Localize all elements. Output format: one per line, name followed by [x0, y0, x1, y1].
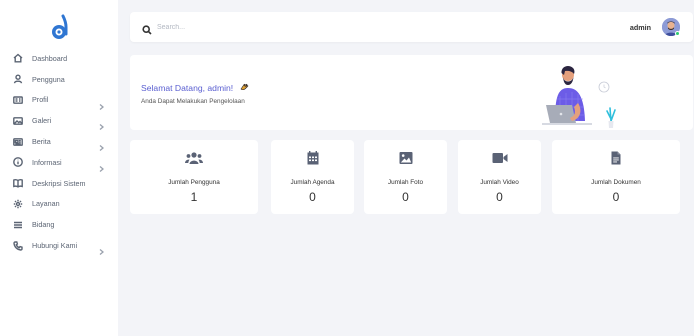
stats-row: Jumlah Pengguna 1 Jumlah Agenda 0 Jumlah…	[130, 140, 693, 214]
user-icon	[12, 74, 23, 85]
stat-label: Jumlah Agenda	[290, 179, 335, 186]
sidebar-item-profil[interactable]: Profil	[0, 90, 118, 111]
info-icon	[12, 157, 23, 168]
stat-card-dokumen[interactable]: Jumlah Dokumen 0	[552, 140, 680, 214]
sidebar-item-label: Profil	[32, 95, 49, 105]
developer-illustration	[538, 61, 628, 129]
search-icon[interactable]	[142, 22, 152, 35]
calendar-icon	[271, 151, 354, 165]
id-card-icon	[12, 94, 23, 105]
stat-value: 0	[309, 190, 316, 204]
user-name[interactable]: admin	[630, 23, 651, 32]
welcome-title-text: Selamat Datang, admin!	[141, 83, 234, 93]
sidebar-item-bidang[interactable]: Bidang	[0, 214, 118, 235]
users-icon	[130, 151, 258, 165]
book-icon	[12, 178, 23, 189]
sidebar-item-layanan[interactable]: Layanan	[0, 194, 118, 215]
stat-label: Jumlah Pengguna	[168, 179, 220, 186]
sidebar-item-berita[interactable]: Berita	[0, 131, 118, 152]
sidebar-item-label: Dashboard	[32, 53, 68, 63]
sidebar-item-deskripsi-sistem[interactable]: Deskripsi Sistem	[0, 173, 118, 194]
sidebar-item-label: Deskripsi Sistem	[32, 178, 86, 188]
stat-value: 1	[190, 190, 198, 204]
chevron-right-icon	[99, 138, 105, 152]
stat-card-video[interactable]: Jumlah Video 0	[458, 140, 541, 214]
sidebar-nav: Dashboard Pengguna Profil Galeri Berita …	[0, 48, 118, 256]
search-input[interactable]	[157, 19, 357, 35]
home-icon	[12, 53, 23, 64]
welcome-subtitle: Anda Dapat Melakukan Pengelolaan	[141, 98, 245, 105]
sidebar-item-label: Bidang	[32, 220, 55, 230]
online-status-dot	[675, 31, 680, 36]
app-logo-icon[interactable]	[48, 14, 72, 42]
stat-value: 0	[496, 190, 503, 204]
video-icon	[458, 151, 541, 165]
welcome-card: Selamat Datang, admin! Anda Dapat Melaku…	[130, 55, 693, 130]
sidebar: Dashboard Pengguna Profil Galeri Berita …	[0, 0, 118, 336]
stat-value: 0	[612, 190, 620, 204]
sidebar-item-hubungi-kami[interactable]: Hubungi Kami	[0, 235, 118, 256]
photo-icon	[364, 151, 447, 165]
stat-card-agenda[interactable]: Jumlah Agenda 0	[271, 140, 354, 214]
sidebar-item-galeri[interactable]: Galeri	[0, 110, 118, 131]
stat-label: Jumlah Video	[480, 179, 519, 186]
stat-card-foto[interactable]: Jumlah Foto 0	[364, 140, 447, 214]
gear-icon	[12, 198, 23, 209]
stat-label: Jumlah Dokumen	[591, 179, 641, 186]
sidebar-item-label: Layanan	[32, 199, 60, 209]
image-icon	[12, 115, 23, 126]
top-bar: admin	[130, 12, 693, 42]
stat-value: 0	[402, 190, 409, 204]
list-icon	[12, 219, 23, 230]
sidebar-item-label: Berita	[32, 137, 51, 147]
document-icon	[552, 151, 680, 165]
phone-icon	[12, 240, 23, 251]
chevron-right-icon	[99, 97, 105, 110]
stat-card-pengguna[interactable]: Jumlah Pengguna 1	[130, 140, 258, 214]
sidebar-item-dashboard[interactable]: Dashboard	[0, 48, 118, 69]
stat-label: Jumlah Foto	[387, 179, 424, 186]
sidebar-item-label: Informasi	[32, 157, 62, 167]
welcome-title: Selamat Datang, admin!	[141, 82, 249, 94]
newspaper-icon	[12, 136, 23, 147]
sidebar-item-label: Hubungi Kami	[32, 241, 78, 251]
sidebar-item-pengguna[interactable]: Pengguna	[0, 69, 118, 90]
chevron-right-icon	[99, 117, 105, 131]
sidebar-item-informasi[interactable]: Informasi	[0, 152, 118, 173]
waving-hand-icon	[239, 82, 249, 94]
chevron-right-icon	[99, 159, 105, 172]
sidebar-item-label: Galeri	[32, 116, 52, 126]
sidebar-item-label: Pengguna	[32, 74, 65, 84]
chevron-right-icon	[99, 242, 105, 256]
